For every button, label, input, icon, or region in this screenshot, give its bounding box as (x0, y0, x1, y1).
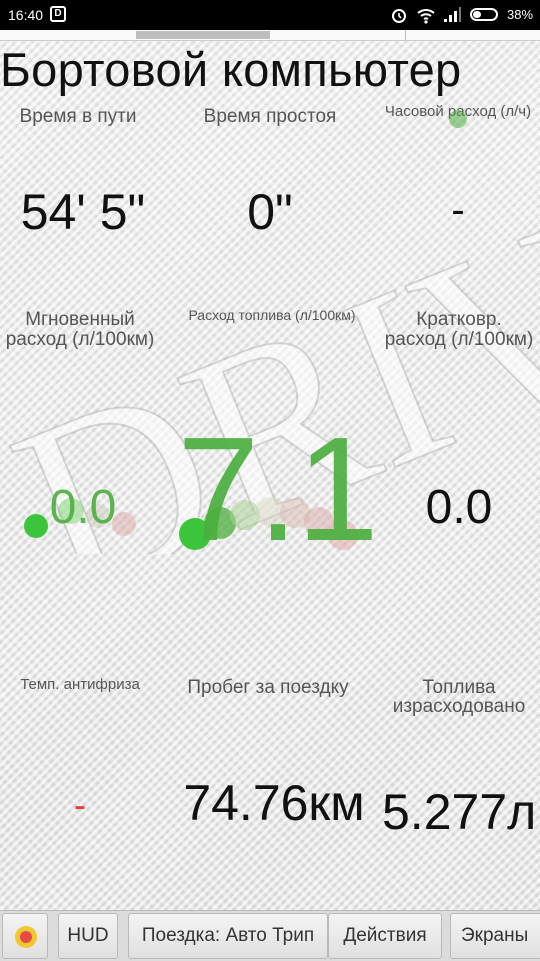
instant-consumption-label: Мгновенный расход (л/100км) (0, 310, 160, 350)
pager-divider (405, 30, 406, 40)
instant-consumption-label-line2: расход (л/100км) (5, 329, 155, 350)
app-notification-icon: D (50, 6, 66, 22)
hourly-consumption-value: - (451, 188, 465, 232)
fuel-used-label: Топлива израсходовано (378, 678, 540, 716)
short-term-consumption-label: Кратковр. расход (л/100км) (378, 310, 540, 350)
status-bar: 16:40 D 38% (0, 0, 540, 30)
fuel-used-label-line2: израсходовано (392, 696, 526, 717)
idle-time-value: 0" (247, 184, 293, 240)
pager-indicator (136, 31, 270, 39)
hourly-indicator-dot (449, 110, 467, 128)
travel-time-value: 54' 5" (20, 184, 146, 240)
trip-selector-button[interactable]: Поездка: Авто Трип (128, 913, 328, 959)
short-term-consumption-value: 0.0 (425, 481, 493, 534)
coolant-temp-value: - (74, 784, 86, 825)
short-term-consumption-label-line1: Кратковр. (416, 309, 502, 330)
coolant-temp-label: Темп. антифриза (20, 676, 140, 693)
status-time: 16:40 (8, 7, 44, 23)
fuel-used-label-line1: Топлива (422, 677, 496, 698)
short-term-consumption-label-line2: расход (л/100км) (384, 329, 534, 350)
signal-icon (442, 6, 462, 27)
instant-consumption-label-line1: Мгновенный (25, 309, 135, 330)
wifi-icon (416, 6, 436, 27)
record-button[interactable] (2, 913, 48, 959)
idle-time-label: Время простоя (203, 106, 337, 127)
trip-mileage-value: 74.76км (183, 775, 365, 831)
travel-time-label: Время в пути (19, 106, 137, 127)
screen-pager[interactable] (0, 30, 540, 41)
fuel-consumption-value: 7.1 (177, 407, 379, 572)
alarm-icon (390, 6, 408, 27)
fuel-consumption-label: Расход топлива (л/100км) (188, 307, 356, 323)
page-title: Бортовой компьютер (0, 43, 462, 96)
actions-button[interactable]: Действия (328, 913, 442, 959)
battery-icon (470, 8, 498, 21)
hud-button[interactable]: HUD (58, 913, 118, 959)
bottom-toolbar: HUD Поездка: Авто Трип Действия Экраны (0, 910, 540, 961)
screens-button[interactable]: Экраны (450, 913, 540, 959)
trip-mileage-label: Пробег за поездку (187, 677, 349, 698)
instant-consumption-value: 0.0 (49, 481, 117, 534)
fuel-used-value: 5.277л (382, 784, 537, 840)
battery-percent: 38% (507, 7, 534, 22)
record-icon (15, 926, 37, 948)
